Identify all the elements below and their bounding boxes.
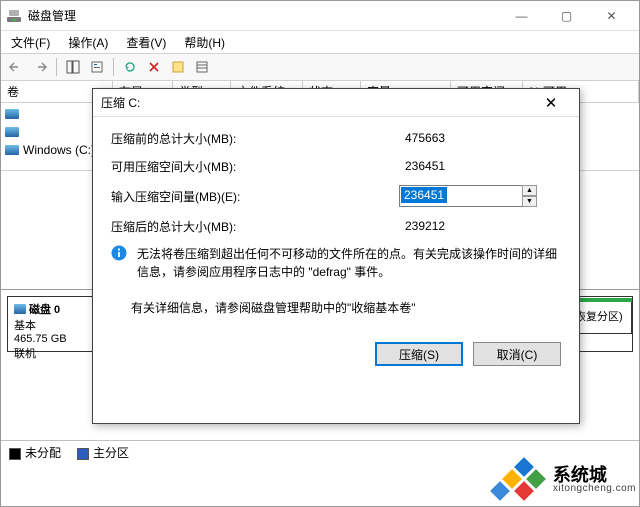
volume-name: Windows (C:): [23, 143, 95, 157]
minimize-button[interactable]: —: [499, 2, 544, 30]
info-icon: [111, 245, 127, 261]
shrink-button[interactable]: 压缩(S): [375, 342, 463, 366]
value-total-after: 239212: [401, 217, 521, 235]
watermark: 系统城 xitongcheng.com: [487, 458, 636, 502]
info-text: 无法将卷压缩到超出任何不可移动的文件所在的点。有关完成该操作时间的详细信息，请参…: [137, 245, 561, 281]
menu-file[interactable]: 文件(F): [7, 33, 54, 52]
cancel-button[interactable]: 取消(C): [473, 342, 561, 366]
label-total-after: 压缩后的总计大小(MB):: [111, 218, 291, 235]
label-total-before: 压缩前的总计大小(MB):: [111, 130, 291, 147]
menu-view[interactable]: 查看(V): [122, 33, 170, 52]
app-icon: [6, 8, 22, 24]
menubar: 文件(F) 操作(A) 查看(V) 帮助(H): [1, 31, 639, 53]
window-title: 磁盘管理: [28, 7, 499, 24]
disk-size: 465.75 GB: [14, 333, 89, 345]
legend-primary: 主分区: [77, 444, 129, 461]
close-button[interactable]: ✕: [589, 2, 634, 30]
toolbar: [1, 53, 639, 81]
toolbar-btn-help[interactable]: [167, 56, 189, 78]
disk-header[interactable]: 磁盘 0 基本 465.75 GB 联机: [8, 297, 96, 351]
toolbar-btn-view[interactable]: [62, 56, 84, 78]
label-shrink-amount: 输入压缩空间量(MB)(E):: [111, 188, 291, 205]
shrink-dialog: 压缩 C: ✕ 压缩前的总计大小(MB): 475663 可用压缩空间大小(MB…: [92, 88, 580, 424]
legend-unallocated: 未分配: [9, 444, 61, 461]
dialog-title: 压缩 C:: [101, 94, 531, 111]
forward-button[interactable]: [29, 56, 51, 78]
volume-icon: [5, 127, 19, 137]
toolbar-btn-delete[interactable]: [143, 56, 165, 78]
value-shrink-avail: 236451: [401, 157, 521, 175]
volume-icon: [5, 109, 19, 119]
spinner-down-button[interactable]: ▼: [522, 196, 537, 207]
maximize-button[interactable]: ▢: [544, 2, 589, 30]
shrink-amount-selection: 236451: [401, 187, 447, 203]
toolbar-btn-list[interactable]: [191, 56, 213, 78]
disk-icon: [14, 304, 26, 314]
toolbar-btn-refresh[interactable]: [119, 56, 141, 78]
titlebar[interactable]: 磁盘管理 — ▢ ✕: [1, 1, 639, 31]
disk-status: 联机: [14, 345, 89, 361]
watermark-text-en: xitongcheng.com: [553, 484, 636, 494]
menu-action[interactable]: 操作(A): [64, 33, 112, 52]
back-button[interactable]: [5, 56, 27, 78]
dialog-titlebar[interactable]: 压缩 C: ✕: [93, 89, 579, 117]
watermark-text-cn: 系统城: [553, 466, 636, 484]
disk-type: 基本: [14, 317, 89, 333]
volume-icon: [5, 145, 19, 155]
disk-name: 磁盘 0: [29, 301, 60, 317]
toolbar-btn-properties[interactable]: [86, 56, 108, 78]
help-text: 有关详细信息，请参阅磁盘管理帮助中的"收缩基本卷": [131, 299, 561, 316]
label-shrink-avail: 可用压缩空间大小(MB):: [111, 158, 291, 175]
dialog-close-button[interactable]: ✕: [531, 90, 571, 116]
watermark-logo: [487, 458, 547, 502]
value-total-before: 475663: [401, 129, 521, 147]
spinner-up-button[interactable]: ▲: [522, 185, 537, 196]
menu-help[interactable]: 帮助(H): [180, 33, 229, 52]
